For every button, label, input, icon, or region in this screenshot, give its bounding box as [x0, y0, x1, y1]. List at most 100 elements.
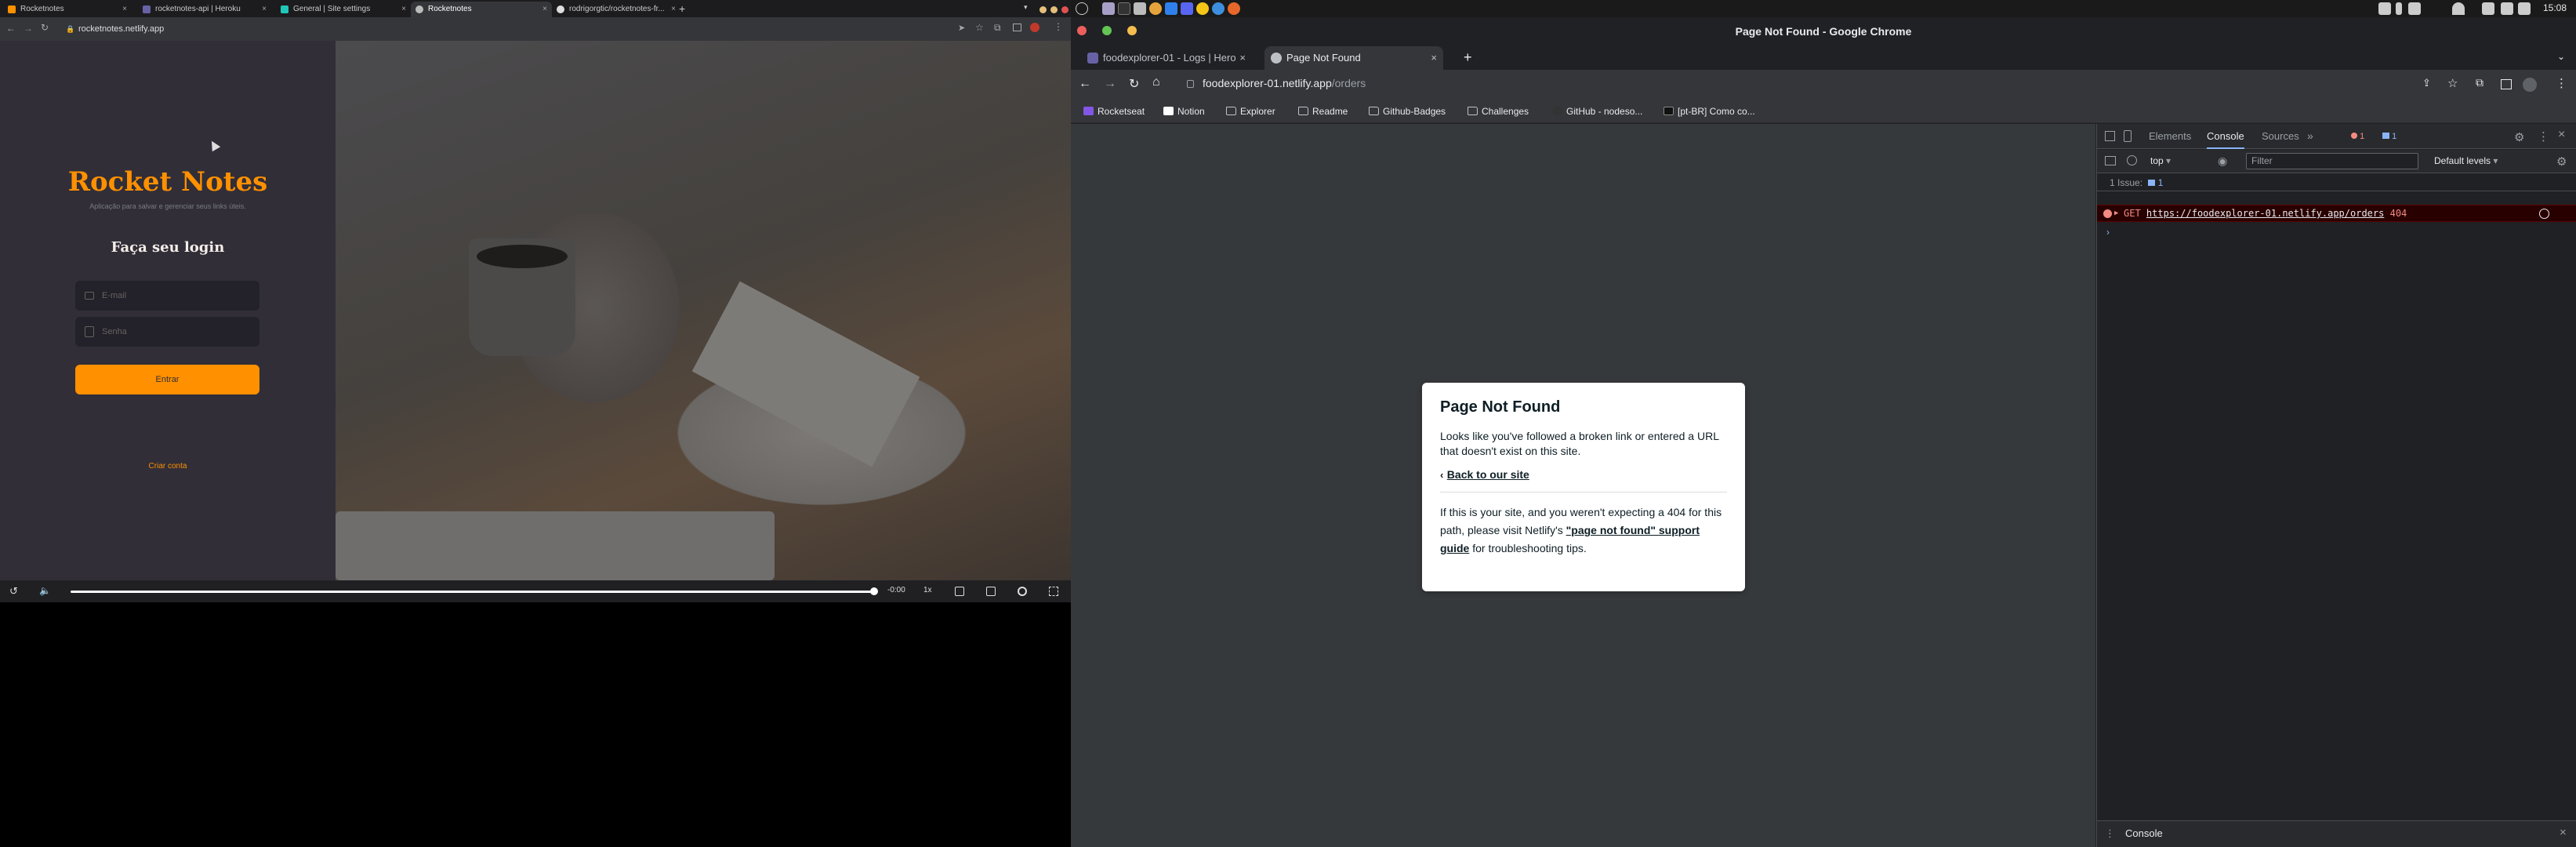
bookmark-notion[interactable]: Notion — [1163, 106, 1205, 117]
left-address-bar[interactable]: 🔒 rocketnotes.netlify.app — [63, 20, 941, 38]
close-icon[interactable]: × — [2560, 826, 2567, 839]
console-settings-icon[interactable]: ⚙ — [2556, 154, 2567, 169]
expand-triangle-icon[interactable]: ▶ — [2114, 205, 2118, 221]
bookmark-github-badges[interactable]: Github-Badges — [1369, 106, 1446, 117]
login-button[interactable]: Entrar — [75, 365, 259, 394]
chrome-icon[interactable] — [1149, 2, 1162, 15]
issues-bar[interactable]: 1 Issue: 1 — [2097, 174, 2576, 191]
menu-icon[interactable]: ⋮ — [2556, 76, 2567, 90]
console-error-row[interactable]: ▶ GET https://foodexplorer-01.netlify.ap… — [2097, 205, 2576, 222]
bookmark-rocketseat[interactable]: Rocketseat — [1083, 106, 1145, 117]
maximize-button[interactable] — [1050, 6, 1058, 13]
create-account-link[interactable]: Criar conta — [0, 462, 336, 471]
drawer-menu-icon[interactable]: ⋮ — [2105, 827, 2115, 840]
new-tab-button[interactable]: + — [1464, 49, 1472, 66]
info-count-badge[interactable]: 1 — [2379, 130, 2400, 143]
close-icon[interactable]: × — [262, 2, 267, 17]
tray-icon[interactable] — [2408, 2, 2421, 15]
close-icon[interactable]: × — [671, 2, 676, 17]
chrome-tab-active[interactable]: Page Not Found × — [1264, 46, 1443, 70]
tab-console[interactable]: Console — [2207, 124, 2244, 149]
star-icon[interactable]: ☆ — [2447, 76, 2458, 90]
menu-icon[interactable]: ⋮ — [2538, 129, 2549, 144]
more-tabs-icon[interactable]: » — [2307, 129, 2313, 142]
menu-icon[interactable]: ⋮ — [1054, 21, 1063, 32]
profile-icon[interactable] — [1030, 23, 1039, 32]
left-tab-active[interactable]: Rocketnotes × — [411, 2, 552, 17]
video-scrub-handle[interactable] — [870, 587, 878, 595]
profile-avatar[interactable] — [2523, 78, 2537, 92]
clear-console-icon[interactable] — [2127, 155, 2137, 165]
close-icon[interactable]: × — [1431, 46, 1437, 70]
error-url-link[interactable]: https://foodexplorer-01.netlify.app/orde… — [2146, 208, 2384, 219]
bookmark-github-nodeso[interactable]: GitHub - nodeso... — [1552, 106, 1642, 117]
filter-input[interactable]: Filter — [2246, 153, 2418, 169]
pip-icon[interactable] — [986, 587, 996, 596]
left-tab[interactable]: Rocketnotes × — [3, 2, 132, 17]
firefox-icon[interactable] — [1228, 2, 1240, 15]
device-toolbar-icon[interactable] — [2124, 130, 2132, 142]
app-icon[interactable] — [1196, 2, 1209, 15]
wifi-icon[interactable] — [2452, 2, 2465, 15]
sidebar-toggle-icon[interactable] — [2105, 156, 2116, 165]
bookmark-dev-como[interactable]: [pt-BR] Como co... — [1664, 106, 1755, 117]
chrome-tab[interactable]: foodexplorer-01 - Logs | Hero × — [1081, 46, 1252, 70]
music-icon[interactable] — [2501, 2, 2513, 15]
tab-list-icon[interactable]: ▾ — [1024, 3, 1028, 12]
password-field[interactable]: Senha — [75, 317, 259, 347]
eye-icon[interactable]: ◉ — [2218, 154, 2227, 168]
reload-icon[interactable]: ↻ — [41, 22, 49, 33]
drawer-tab-console[interactable]: Console — [2125, 827, 2163, 839]
volume-icon[interactable] — [2482, 2, 2494, 15]
error-count-badge[interactable]: 1 — [2348, 130, 2367, 143]
tab-sources[interactable]: Sources — [2262, 124, 2299, 149]
tray-icon[interactable] — [2396, 2, 2402, 15]
terminal-icon[interactable] — [1118, 2, 1130, 15]
volume-icon[interactable]: 🔈 — [39, 585, 51, 596]
log-levels-dropdown[interactable]: Default levels ▾ — [2434, 155, 2498, 166]
discord-icon[interactable] — [1181, 2, 1193, 15]
left-tab[interactable]: rocketnotes-api | Heroku × — [138, 2, 271, 17]
share-icon[interactable]: ➤ — [958, 23, 965, 33]
console-prompt-icon[interactable]: › — [2106, 227, 2110, 238]
star-icon[interactable]: ☆ — [975, 22, 984, 33]
forward-arrow-icon[interactable]: → — [24, 23, 33, 34]
files-icon[interactable] — [1134, 2, 1146, 15]
settings-gear-icon[interactable] — [1018, 587, 1027, 596]
context-selector[interactable]: top ▾ — [2150, 155, 2171, 166]
back-arrow-icon[interactable]: ← — [6, 23, 16, 34]
new-tab-button[interactable]: + — [679, 2, 685, 15]
tab-elements[interactable]: Elements — [2149, 124, 2191, 149]
inspect-element-icon[interactable] — [2105, 131, 2115, 141]
vscode-icon[interactable] — [1165, 2, 1177, 15]
close-icon[interactable]: × — [401, 2, 406, 17]
bookmark-readme[interactable]: Readme — [1298, 106, 1348, 117]
discord-tray-icon[interactable] — [2378, 2, 2391, 15]
settings-gear-icon[interactable]: ⚙ — [2514, 130, 2524, 144]
back-arrow-icon[interactable]: ← — [1079, 77, 1091, 91]
extensions-icon[interactable]: ⧉ — [994, 22, 1001, 34]
bookmark-explorer[interactable]: Explorer — [1226, 106, 1275, 117]
sidepanel-icon[interactable] — [2501, 79, 2512, 89]
share-icon[interactable]: ⇪ — [2422, 77, 2431, 89]
replay-icon[interactable]: ↺ — [9, 585, 18, 598]
extensions-icon[interactable]: ⧉ — [2476, 76, 2483, 89]
mail-icon[interactable] — [1102, 2, 1115, 15]
close-icon[interactable]: × — [122, 2, 127, 17]
sidepanel-icon[interactable] — [1013, 24, 1021, 31]
close-icon[interactable]: × — [2558, 128, 2565, 142]
forward-arrow-icon[interactable]: → — [1104, 77, 1116, 91]
reload-icon[interactable]: ↻ — [1129, 76, 1139, 92]
back-to-site-link[interactable]: Back to our site — [1447, 468, 1529, 481]
tray-app-icon[interactable] — [1076, 2, 1088, 15]
omnibox[interactable]: foodexplorer-01.netlify.app/orders — [1176, 73, 2469, 96]
close-icon[interactable]: × — [542, 2, 547, 17]
video-progress-bar[interactable] — [71, 591, 873, 593]
battery-icon[interactable] — [2518, 2, 2531, 15]
home-icon[interactable]: ⌂ — [1152, 75, 1160, 89]
app-icon[interactable] — [1212, 2, 1225, 15]
left-tab[interactable]: rodrigorgtic/rocketnotes-fr... × — [552, 2, 680, 17]
minimize-button[interactable] — [1039, 6, 1047, 13]
bookmark-challenges[interactable]: Challenges — [1468, 106, 1529, 117]
close-icon[interactable]: × — [1239, 46, 1246, 70]
